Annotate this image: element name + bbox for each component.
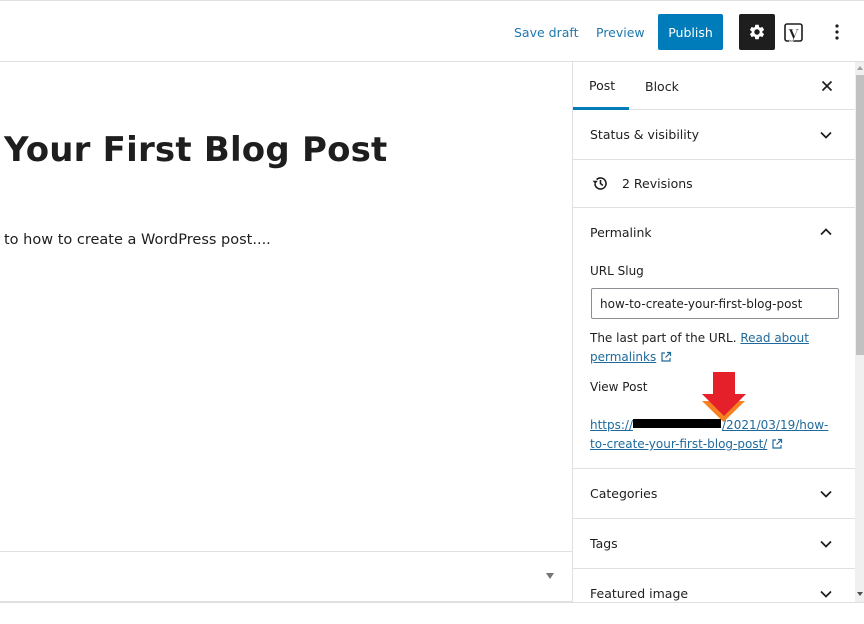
yoast-icon: y bbox=[784, 23, 803, 43]
permalink-help: The last part of the URL. Read about per… bbox=[590, 329, 830, 367]
chevron-down-icon bbox=[820, 590, 832, 598]
settings-sidebar: Post Block Status & visibility 2 Revisio… bbox=[573, 62, 855, 602]
paragraph-block[interactable]: to how to create a WordPress post.... bbox=[4, 232, 271, 248]
sidebar-tabs: Post Block bbox=[573, 62, 855, 110]
editor-footer bbox=[0, 551, 572, 602]
panel-title: Featured image bbox=[590, 586, 689, 601]
panel-permalink: Permalink URL Slug The last part of the … bbox=[573, 208, 855, 469]
close-sidebar-button[interactable] bbox=[817, 76, 837, 96]
chevron-down-icon bbox=[820, 131, 832, 139]
revisions-label: 2 Revisions bbox=[622, 176, 693, 191]
panel-categories[interactable]: Categories bbox=[573, 469, 855, 519]
chevron-up-icon[interactable] bbox=[819, 225, 833, 239]
settings-button[interactable] bbox=[739, 14, 775, 50]
svg-text:y: y bbox=[788, 23, 800, 43]
more-vertical-icon bbox=[835, 24, 839, 40]
panel-title: Categories bbox=[590, 486, 658, 501]
preview-button[interactable]: Preview bbox=[596, 25, 645, 40]
divider bbox=[0, 602, 864, 603]
editor-canvas: Your First Blog Post to how to create a … bbox=[0, 62, 573, 602]
editor-header: Save draft Preview Publish y bbox=[0, 0, 864, 62]
scroll-up-arrow[interactable] bbox=[857, 66, 863, 70]
more-options-button[interactable] bbox=[826, 19, 848, 45]
chevron-down-icon bbox=[820, 490, 832, 498]
sidebar-scrollbar[interactable] bbox=[855, 62, 864, 602]
tab-block[interactable]: Block bbox=[629, 62, 695, 110]
panel-title[interactable]: Permalink bbox=[590, 225, 652, 240]
view-post-label: View Post bbox=[590, 380, 648, 394]
panel-tags[interactable]: Tags bbox=[573, 519, 855, 569]
panel-featured-image[interactable]: Featured image bbox=[573, 569, 855, 602]
post-title[interactable]: Your First Blog Post bbox=[4, 130, 388, 170]
panel-title: Status & visibility bbox=[590, 127, 700, 142]
external-link-icon bbox=[772, 438, 783, 449]
panel-title: Tags bbox=[590, 536, 618, 551]
red-arrow-annotation bbox=[702, 372, 746, 422]
publish-button[interactable]: Publish bbox=[658, 14, 723, 50]
url-slug-label: URL Slug bbox=[590, 264, 644, 278]
yoast-seo-button[interactable]: y bbox=[782, 19, 806, 45]
scrollbar-thumb[interactable] bbox=[856, 75, 864, 355]
panel-revisions[interactable]: 2 Revisions bbox=[573, 160, 855, 208]
save-draft-button[interactable]: Save draft bbox=[514, 25, 578, 40]
external-link-icon bbox=[661, 351, 672, 362]
history-icon bbox=[592, 177, 607, 190]
panel-status-visibility[interactable]: Status & visibility bbox=[573, 110, 855, 160]
url-slug-input[interactable] bbox=[591, 288, 839, 319]
help-text: The last part of the URL. bbox=[590, 331, 737, 345]
gear-icon bbox=[749, 24, 765, 40]
tab-post[interactable]: Post bbox=[573, 62, 629, 110]
scroll-down-arrow[interactable] bbox=[857, 592, 863, 596]
chevron-down-icon bbox=[820, 540, 832, 548]
close-icon bbox=[821, 80, 833, 92]
caret-down-icon[interactable] bbox=[546, 573, 554, 579]
post-url-prefix[interactable]: https:// bbox=[590, 418, 633, 432]
